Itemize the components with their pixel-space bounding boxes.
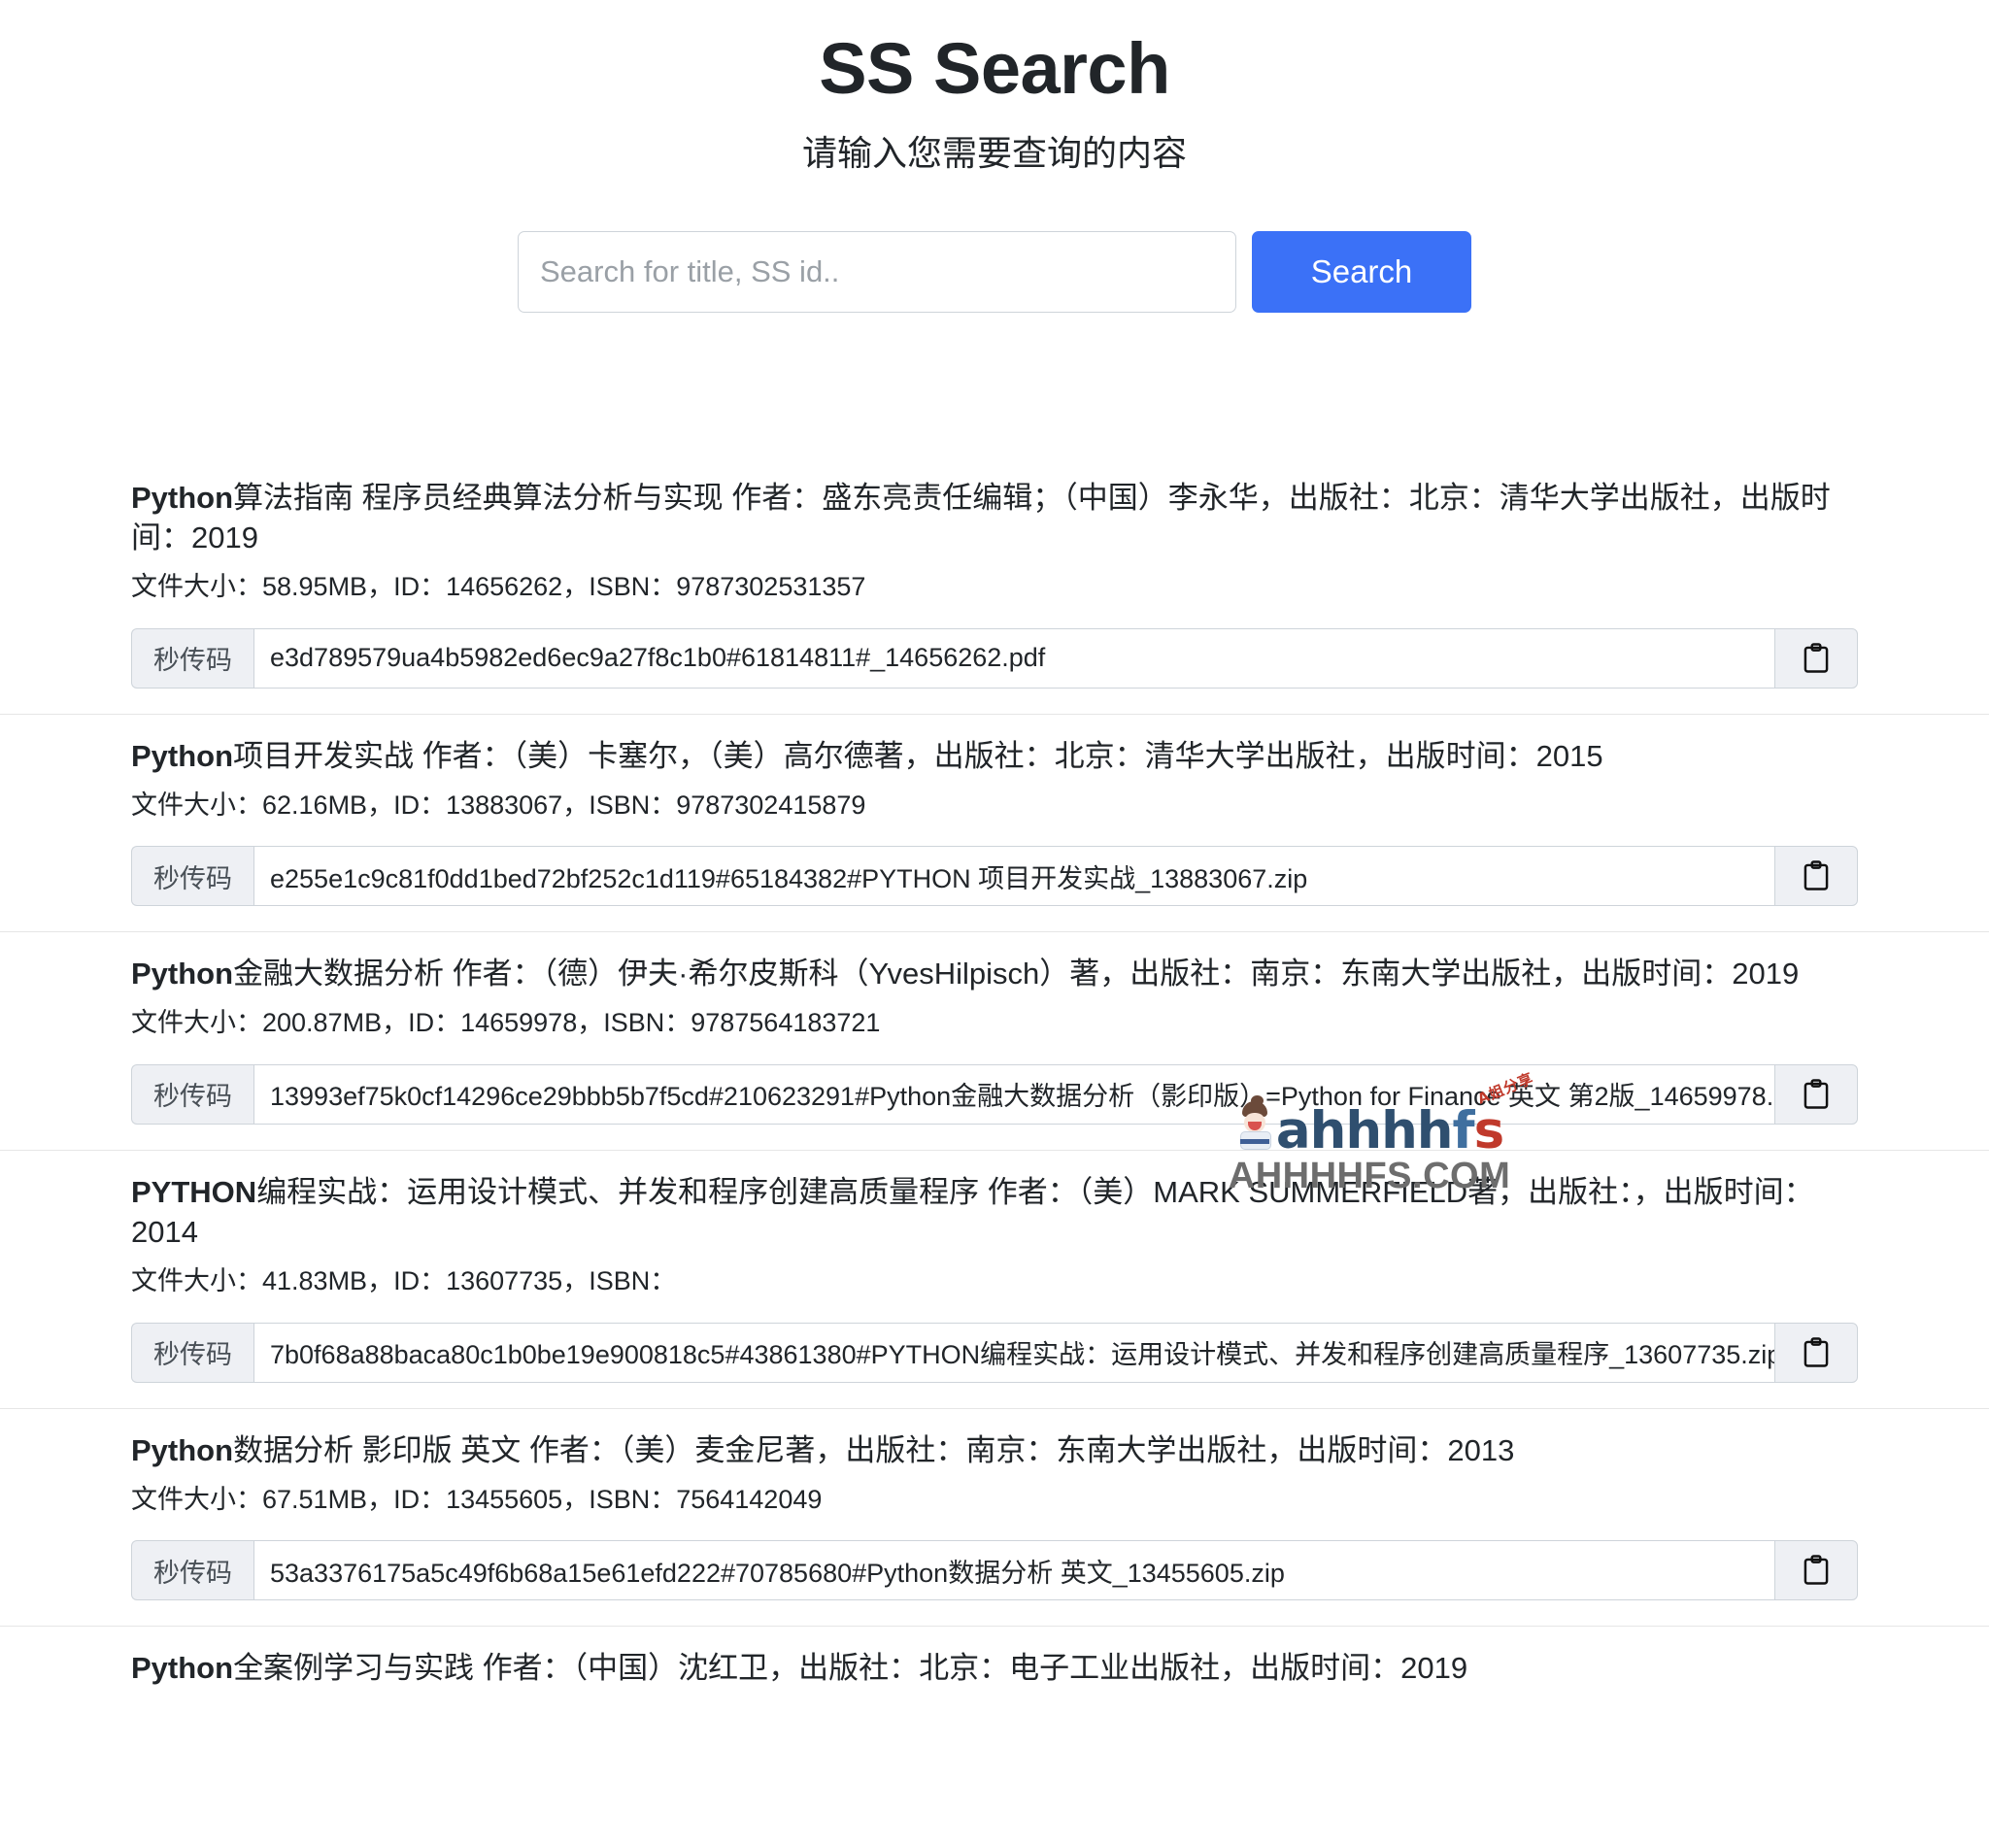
transfer-code-label: 秒传码 <box>131 627 253 689</box>
result-item: Python项目开发实战 作者：（美）卡塞尔，（美）高尔德著，出版社：北京：清华… <box>0 713 1989 932</box>
masthead: SS Search 请输入您需要查询的内容 <box>0 0 1989 177</box>
result-item: Python金融大数据分析 作者：（德）伊夫·希尔皮斯科（YvesHilpisc… <box>0 931 1989 1150</box>
result-title-keyword: Python <box>131 738 234 773</box>
result-title-keyword: Python <box>131 480 234 515</box>
transfer-code-value[interactable]: 7b0f68a88baca80c1b0be19e900818c5#4386138… <box>253 1322 1774 1383</box>
search-bar: Search <box>0 230 1989 313</box>
result-title-text: 全案例学习与实践 作者：（中国）沈红卫，出版社：北京：电子工业出版社，出版时间：… <box>233 1651 1468 1686</box>
clipboard-icon <box>1804 1555 1829 1586</box>
result-title-text: 金融大数据分析 作者：（德）伊夫·希尔皮斯科（YvesHilpisch）著，出版… <box>233 957 1800 991</box>
result-title-text: 编程实战：运用设计模式、并发和程序创建高质量程序 作者：（美）MARK SUMM… <box>131 1174 1814 1250</box>
transfer-code-row: 秒传码 53a3376175a5c49f6b68a15e61efd222#7078… <box>131 1540 1858 1601</box>
copy-code-button[interactable] <box>1774 1322 1858 1383</box>
result-title-keyword: PYTHON <box>131 1174 257 1209</box>
transfer-code-label: 秒传码 <box>131 1063 253 1125</box>
result-meta: 文件大小：41.83MB，ID：13607735，ISBN： <box>131 1266 677 1296</box>
transfer-code-label: 秒传码 <box>131 1322 253 1383</box>
search-results-list: Python算法指南 程序员经典算法分析与实现 作者：盛东亮责任编辑；（中国）李… <box>0 456 1989 1714</box>
result-item: Python算法指南 程序员经典算法分析与实现 作者：盛东亮责任编辑；（中国）李… <box>0 456 1989 714</box>
result-title-text: 数据分析 影印版 英文 作者：（美）麦金尼著，出版社：南京：东南大学出版社，出版… <box>233 1432 1515 1467</box>
copy-code-button[interactable] <box>1774 1540 1858 1601</box>
page-root: SS Search 请输入您需要查询的内容 Search Python算法指南 … <box>0 0 1989 1848</box>
result-title: Python数据分析 影印版 英文 作者：（美）麦金尼著，出版社：南京：东南大学… <box>131 1430 1858 1470</box>
clipboard-icon <box>1804 642 1829 673</box>
transfer-code-row: 秒传码 e255e1c9c81f0dd1bed72bf252c1d119#6518… <box>131 846 1858 907</box>
search-button[interactable]: Search <box>1252 230 1471 313</box>
transfer-code-row: 秒传码 13993ef75k0cf14296ce29bbb5b7f5cd#2106… <box>131 1063 1858 1125</box>
result-title-text: 算法指南 程序员经典算法分析与实现 作者：盛东亮责任编辑；（中国）李永华，出版社… <box>131 480 1831 554</box>
result-title: Python全案例学习与实践 作者：（中国）沈红卫，出版社：北京：电子工业出版社… <box>131 1648 1858 1688</box>
result-item: Python数据分析 影印版 英文 作者：（美）麦金尼著，出版社：南京：东南大学… <box>0 1407 1989 1627</box>
transfer-code-label: 秒传码 <box>131 1540 253 1601</box>
transfer-code-row: 秒传码 e3d789579ua4b5982ed6ec9a27f8c1b0#6181… <box>131 627 1858 689</box>
transfer-code-value[interactable]: e3d789579ua4b5982ed6ec9a27f8c1b0#6181481… <box>253 627 1774 689</box>
transfer-code-value[interactable]: 53a3376175a5c49f6b68a15e61efd222#7078568… <box>253 1540 1774 1601</box>
result-meta: 文件大小：62.16MB，ID：13883067，ISBN：9787302415… <box>131 790 866 820</box>
result-title-keyword: Python <box>131 957 234 991</box>
result-meta: 文件大小：200.87MB，ID：14659978，ISBN：978756418… <box>131 1008 881 1038</box>
search-input[interactable] <box>518 230 1236 313</box>
result-meta: 文件大小：67.51MB，ID：13455605，ISBN：7564142049 <box>131 1484 823 1514</box>
result-title-keyword: Python <box>131 1651 234 1686</box>
transfer-code-label: 秒传码 <box>131 846 253 907</box>
result-title: Python算法指南 程序员经典算法分析与实现 作者：盛东亮责任编辑；（中国）李… <box>131 478 1858 557</box>
result-meta: 文件大小：58.95MB，ID：14656262，ISBN：9787302531… <box>131 572 866 602</box>
result-title: Python金融大数据分析 作者：（德）伊夫·希尔皮斯科（YvesHilpisc… <box>131 954 1858 993</box>
copy-code-button[interactable] <box>1774 846 1858 907</box>
page-subtitle: 请输入您需要查询的内容 <box>801 132 1187 173</box>
result-title: Python项目开发实战 作者：（美）卡塞尔，（美）高尔德著，出版社：北京：清华… <box>131 736 1858 776</box>
result-item: PYTHON编程实战：运用设计模式、并发和程序创建高质量程序 作者：（美）MAR… <box>0 1149 1989 1408</box>
copy-code-button[interactable] <box>1774 1063 1858 1125</box>
clipboard-icon <box>1804 1079 1829 1109</box>
transfer-code-value[interactable]: e255e1c9c81f0dd1bed72bf252c1d119#6518438… <box>253 846 1774 907</box>
page-title: SS Search <box>819 28 1170 109</box>
transfer-code-value[interactable]: 13993ef75k0cf14296ce29bbb5b7f5cd#2106232… <box>253 1063 1774 1125</box>
clipboard-icon <box>1804 1336 1829 1367</box>
result-title: PYTHON编程实战：运用设计模式、并发和程序创建高质量程序 作者：（美）MAR… <box>131 1172 1858 1252</box>
copy-code-button[interactable] <box>1774 627 1858 689</box>
result-title-keyword: Python <box>131 1432 234 1467</box>
result-item: Python全案例学习与实践 作者：（中国）沈红卫，出版社：北京：电子工业出版社… <box>0 1626 1989 1713</box>
result-title-text: 项目开发实战 作者：（美）卡塞尔，（美）高尔德著，出版社：北京：清华大学出版社，… <box>233 738 1603 773</box>
clipboard-icon <box>1804 860 1829 890</box>
transfer-code-row: 秒传码 7b0f68a88baca80c1b0be19e900818c5#4386… <box>131 1322 1858 1383</box>
